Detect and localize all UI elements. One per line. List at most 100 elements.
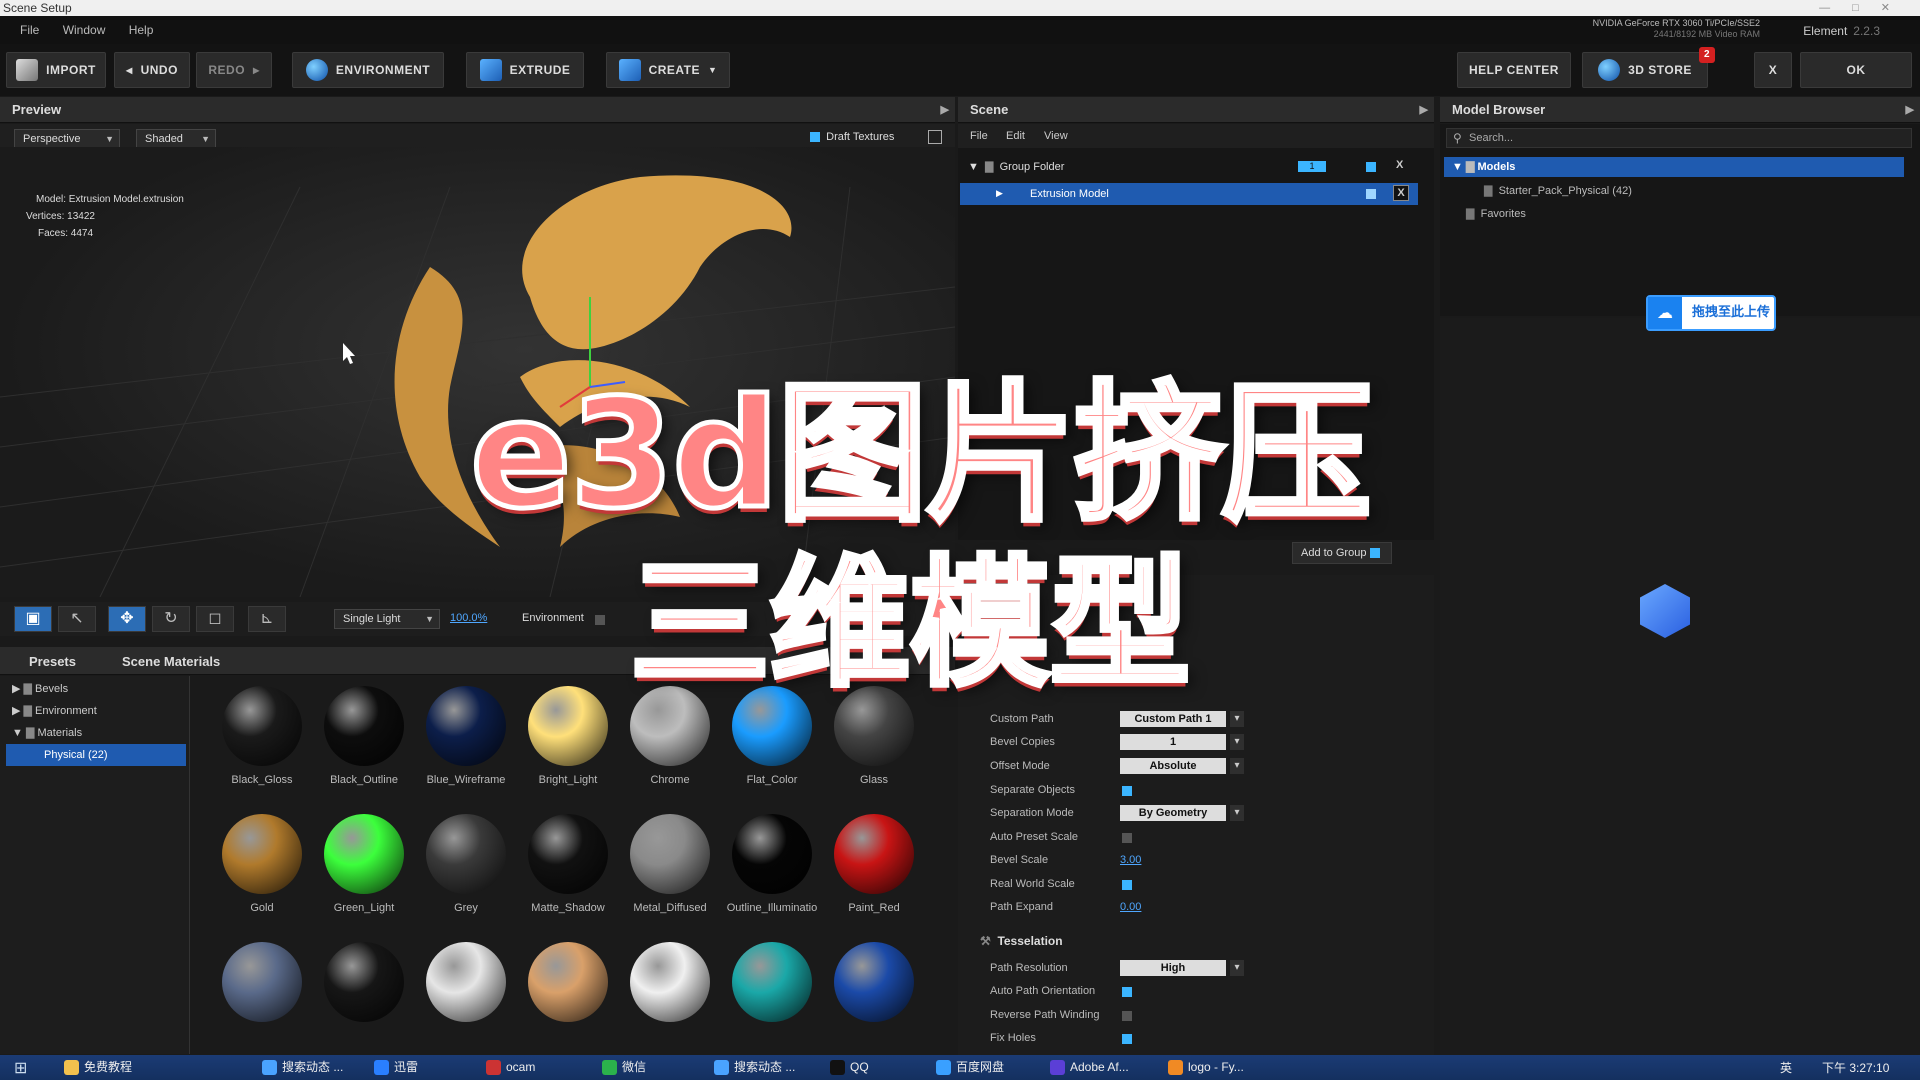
extrusion-model-row[interactable]: Extrusion Model <box>960 183 1418 205</box>
maximize-icon[interactable] <box>928 130 942 144</box>
camera-tool-icon[interactable]: ▣ <box>14 606 52 632</box>
taskbar-app[interactable]: 微信 <box>600 1057 646 1078</box>
taskbar-app[interactable]: ocam <box>484 1057 535 1078</box>
group-delete-icon[interactable]: X <box>1396 159 1403 171</box>
move-tool-icon[interactable]: ✥ <box>108 606 146 632</box>
taskbar-app[interactable]: 迅雷 <box>372 1057 418 1078</box>
help-center-button[interactable]: HELP CENTER <box>1457 52 1571 88</box>
taskbar-app[interactable]: 百度网盘 <box>934 1057 1004 1078</box>
material-sphere <box>426 686 506 766</box>
scene-menu-edit[interactable]: Edit <box>1006 130 1025 142</box>
menu-file[interactable]: File <box>20 16 39 44</box>
bevel-copies-stepper[interactable]: 1 <box>1120 734 1244 750</box>
import-button[interactable]: IMPORT <box>6 52 106 88</box>
material-swatch[interactable] <box>620 932 720 1052</box>
environment-button[interactable]: ENVIRONMENT <box>292 52 444 88</box>
material-swatch[interactable] <box>212 932 312 1052</box>
material-swatch[interactable] <box>824 932 924 1052</box>
separation-mode-dropdown[interactable]: By Geometry <box>1120 805 1244 821</box>
material-swatch[interactable]: Grey <box>416 804 516 924</box>
tree-item-physical[interactable]: Physical (22) <box>6 744 186 766</box>
material-swatch[interactable]: Outline_Illuminatio <box>722 804 822 924</box>
material-swatch[interactable]: Black_Gloss <box>212 676 312 796</box>
bevel-scale-value[interactable]: 3.00 <box>1120 854 1141 866</box>
material-swatch[interactable]: Matte_Shadow <box>518 804 618 924</box>
material-swatch[interactable]: Paint_Red <box>824 804 924 924</box>
scale-tool-icon[interactable]: ◻ <box>196 606 234 632</box>
light-intensity[interactable]: 100.0% <box>450 612 487 624</box>
panel-arrow-icon[interactable]: ▶ <box>1906 97 1914 123</box>
starter-pack-folder[interactable]: ▇ Starter_Pack_Physical (42) <box>1484 184 1632 197</box>
scene-menu-view[interactable]: View <box>1044 130 1068 142</box>
material-swatch[interactable] <box>518 932 618 1052</box>
material-swatch[interactable]: Blue_Wireframe <box>416 676 516 796</box>
scene-menu-file[interactable]: File <box>970 130 988 142</box>
select-tool-icon[interactable]: ↖ <box>58 606 96 632</box>
auto-preset-scale-checkbox[interactable] <box>1122 833 1132 843</box>
material-swatch[interactable]: Gold <box>212 804 312 924</box>
material-swatch[interactable]: Bright_Light <box>518 676 618 796</box>
upload-drop-target[interactable]: ☁ 拖拽至此上传 <box>1646 295 1776 331</box>
shading-dropdown[interactable]: Shaded ▼ <box>136 129 216 149</box>
path-resolution-dropdown[interactable]: High <box>1120 960 1244 976</box>
real-world-scale-checkbox[interactable] <box>1122 880 1132 890</box>
extrude-button[interactable]: EXTRUDE <box>466 52 584 88</box>
close-button[interactable]: X <box>1754 52 1792 88</box>
window-controls[interactable]: —□✕ <box>1819 0 1912 16</box>
tab-scene-materials[interactable]: Scene Materials <box>122 654 220 669</box>
menu-window[interactable]: Window <box>63 16 106 44</box>
3d-store-button[interactable]: 3D STORE 2 <box>1582 47 1715 88</box>
environment-checkbox[interactable] <box>595 615 605 625</box>
reverse-path-winding-checkbox[interactable] <box>1122 1011 1132 1021</box>
offset-mode-dropdown[interactable]: Absolute <box>1120 758 1244 774</box>
draft-textures-checkbox[interactable] <box>810 132 820 143</box>
material-swatch[interactable] <box>416 932 516 1052</box>
windows-start-icon[interactable]: ⊞ <box>14 1058 27 1078</box>
taskbar-clock[interactable]: 下午 3:27:10 <box>1822 1059 1889 1076</box>
create-button[interactable]: CREATE ▼ <box>606 52 730 88</box>
material-label: Chrome <box>650 774 690 786</box>
favorites-folder[interactable]: ▇ Favorites <box>1466 207 1526 220</box>
model-visible-checkbox[interactable] <box>1366 189 1376 199</box>
group-visible-checkbox[interactable] <box>1366 162 1376 172</box>
redo-button[interactable]: REDO ▸ <box>196 52 272 88</box>
tesselation-section[interactable]: ⚒ Tesselation <box>980 934 1063 948</box>
material-swatch[interactable]: Black_Outline <box>314 676 414 796</box>
panel-arrow-icon[interactable]: ▶ <box>1420 97 1428 123</box>
auto-path-orientation-checkbox[interactable] <box>1122 987 1132 997</box>
ok-button[interactable]: OK <box>1800 52 1912 88</box>
material-swatch[interactable]: Metal_Diffused <box>620 804 720 924</box>
custom-path-dropdown[interactable]: Custom Path 1 <box>1120 711 1244 727</box>
camera-dropdown[interactable]: Perspective ▼ <box>14 129 120 149</box>
tree-item-environment[interactable]: ▶ ▇ Environment <box>12 704 97 717</box>
material-swatch[interactable]: Green_Light <box>314 804 414 924</box>
taskbar-app[interactable]: Adobe Af... <box>1048 1057 1129 1078</box>
light-mode-dropdown[interactable]: Single Light ▼ <box>334 609 440 629</box>
separate-objects-checkbox[interactable] <box>1122 786 1132 796</box>
undo-button[interactable]: ◂ UNDO <box>114 52 190 88</box>
models-folder[interactable]: ▼ ▇ Models <box>1444 157 1904 177</box>
fix-holes-checkbox[interactable] <box>1122 1034 1132 1044</box>
tab-presets[interactable]: Presets <box>29 654 76 669</box>
menu-help[interactable]: Help <box>129 16 154 44</box>
group-folder-row[interactable]: ▼ ▇ Group Folder <box>968 160 1064 173</box>
axis-tool-icon[interactable]: ⊾ <box>248 606 286 632</box>
taskbar-app[interactable]: 搜索动态 ... <box>260 1057 343 1078</box>
model-delete-icon[interactable]: X <box>1393 185 1409 201</box>
path-expand-value[interactable]: 0.00 <box>1120 901 1141 913</box>
panel-arrow-icon[interactable]: ▶ <box>941 97 949 123</box>
taskbar-app[interactable]: logo - Fy... <box>1166 1057 1244 1078</box>
taskbar-app[interactable]: 免费教程 <box>62 1057 132 1078</box>
model-search-input[interactable]: ⚲ Search... <box>1446 128 1912 148</box>
group-count[interactable]: 1 <box>1298 161 1326 172</box>
tree-item-materials[interactable]: ▼ ▇ Materials <box>12 726 82 739</box>
material-swatch[interactable] <box>314 932 414 1052</box>
taskbar-app[interactable]: QQ <box>828 1057 869 1078</box>
taskbar-app[interactable]: 搜索动态 ... <box>712 1057 795 1078</box>
material-swatch[interactable] <box>722 932 822 1052</box>
tree-item-bevels[interactable]: ▶ ▇ Bevels <box>12 682 68 695</box>
rotate-tool-icon[interactable]: ↻ <box>152 606 190 632</box>
input-language[interactable]: 英 <box>1780 1059 1792 1076</box>
draft-textures-toggle[interactable]: Draft Textures <box>810 131 894 143</box>
expand-arrow-icon[interactable]: ▶ <box>996 188 1003 199</box>
